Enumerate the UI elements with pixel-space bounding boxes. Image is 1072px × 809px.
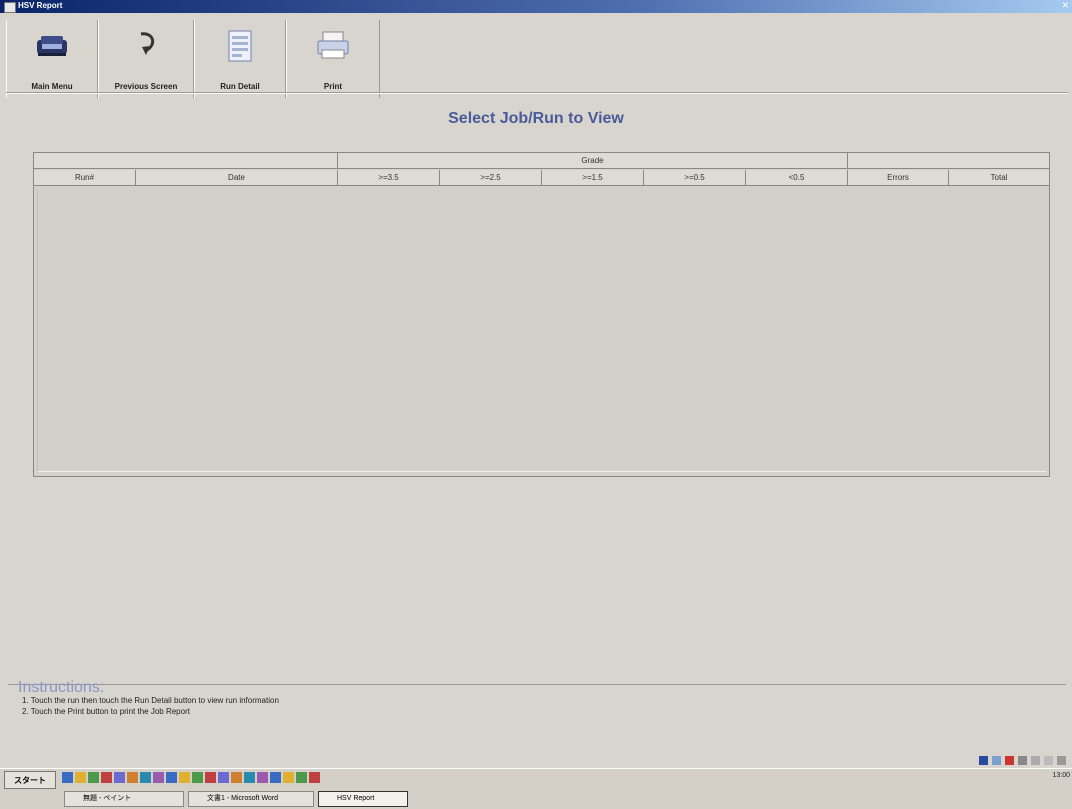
main-menu-button[interactable]: Main Menu [6, 20, 98, 98]
instruction-line-2: 2. Touch the Print button to print the J… [22, 707, 190, 716]
window-titlebar[interactable]: HSV Report ✕ [0, 0, 1072, 13]
taskbar-item-hsv-report[interactable]: HSV Report [318, 791, 408, 807]
document-icon [228, 30, 252, 62]
start-button[interactable]: スタート [4, 771, 56, 789]
group-header-blank-right [848, 153, 1049, 169]
quick-launch-icon[interactable] [127, 772, 138, 783]
column-header-grade-3-5[interactable]: >=3.5 [338, 170, 440, 186]
quick-launch-icon[interactable] [205, 772, 216, 783]
dictionary-icon[interactable] [1031, 756, 1040, 765]
ime-icon[interactable] [979, 756, 988, 765]
taskbar: スタート 無題 - ペイント 文書1 - Microsoft Word HSV … [0, 768, 1072, 809]
language-icon[interactable] [992, 756, 1001, 765]
page-title: Select Job/Run to View [448, 110, 624, 127]
instruction-line-1: 1. Touch the run then touch the Run Deta… [22, 696, 279, 705]
input-mode-icon[interactable] [1018, 756, 1027, 765]
taskbar-item-word[interactable]: 文書1 - Microsoft Word [188, 791, 314, 807]
quick-launch-icon[interactable] [101, 772, 112, 783]
column-header-date[interactable]: Date [136, 170, 338, 186]
main-menu-icon [37, 36, 67, 56]
toolbar: Main Menu Previous Screen Run Detail Pri… [6, 14, 1072, 98]
taskbar-item-paint[interactable]: 無題 - ペイント [64, 791, 184, 807]
quick-launch-icon[interactable] [88, 772, 99, 783]
instructions-panel: Instructions: 1. Touch the run then touc… [8, 679, 1066, 757]
column-header-grade-2-5[interactable]: >=2.5 [440, 170, 542, 186]
print-button[interactable]: Print [286, 20, 380, 98]
quick-launch-icon[interactable] [218, 772, 229, 783]
grade-group-header: Grade [338, 153, 848, 169]
undo-arrow-icon [140, 32, 155, 55]
column-header-run[interactable]: Run# [34, 170, 136, 186]
run-detail-button[interactable]: Run Detail [194, 20, 286, 98]
quick-launch-icon[interactable] [192, 772, 203, 783]
table-group-header-row: Grade [34, 153, 1049, 169]
quick-launch-icon[interactable] [75, 772, 86, 783]
column-header-grade-below-0-5[interactable]: <0.5 [746, 170, 848, 186]
quick-launch-bar [62, 772, 320, 783]
settings-icon[interactable] [1044, 756, 1053, 765]
close-icon[interactable]: ✕ [1061, 0, 1069, 11]
column-header-grade-1-5[interactable]: >=1.5 [542, 170, 644, 186]
quick-launch-icon[interactable] [179, 772, 190, 783]
column-header-total[interactable]: Total [949, 170, 1049, 186]
previous-screen-label: Previous Screen [114, 82, 178, 91]
printer-icon [317, 31, 349, 59]
language-bar[interactable] [979, 756, 1066, 765]
main-menu-label: Main Menu [31, 82, 73, 91]
run-detail-label: Run Detail [220, 82, 260, 91]
help-icon[interactable] [1057, 756, 1066, 765]
quick-launch-icon[interactable] [62, 772, 73, 783]
table-body-bevel [37, 189, 1046, 472]
quick-launch-icon[interactable] [140, 772, 151, 783]
app-icon[interactable] [4, 2, 16, 13]
instructions-title: Instructions: [18, 679, 105, 696]
table-column-header-row: Run# Date >=3.5 >=2.5 >=1.5 >=0.5 <0.5 E… [34, 170, 1049, 186]
quick-launch-icon[interactable] [114, 772, 125, 783]
quick-launch-icon[interactable] [166, 772, 177, 783]
quick-launch-icon[interactable] [244, 772, 255, 783]
column-header-errors[interactable]: Errors [848, 170, 949, 186]
quick-launch-icon[interactable] [231, 772, 242, 783]
previous-screen-button[interactable]: Previous Screen [98, 20, 194, 98]
handwriting-icon[interactable] [1005, 756, 1014, 765]
quick-launch-icon[interactable] [270, 772, 281, 783]
quick-launch-icon[interactable] [257, 772, 268, 783]
quick-launch-icon[interactable] [309, 772, 320, 783]
system-clock[interactable]: 13:00 [1052, 771, 1070, 780]
quick-launch-icon[interactable] [283, 772, 294, 783]
toolbar-divider-highlight [6, 93, 1068, 94]
window-title: HSV Report [18, 1, 63, 10]
quick-launch-icon[interactable] [296, 772, 307, 783]
group-header-blank-left [34, 153, 338, 169]
job-run-table[interactable]: Grade Run# Date >=3.5 >=2.5 >=1.5 >=0.5 … [33, 152, 1050, 477]
print-label: Print [323, 82, 343, 91]
column-header-grade-0-5[interactable]: >=0.5 [644, 170, 746, 186]
quick-launch-icon[interactable] [153, 772, 164, 783]
